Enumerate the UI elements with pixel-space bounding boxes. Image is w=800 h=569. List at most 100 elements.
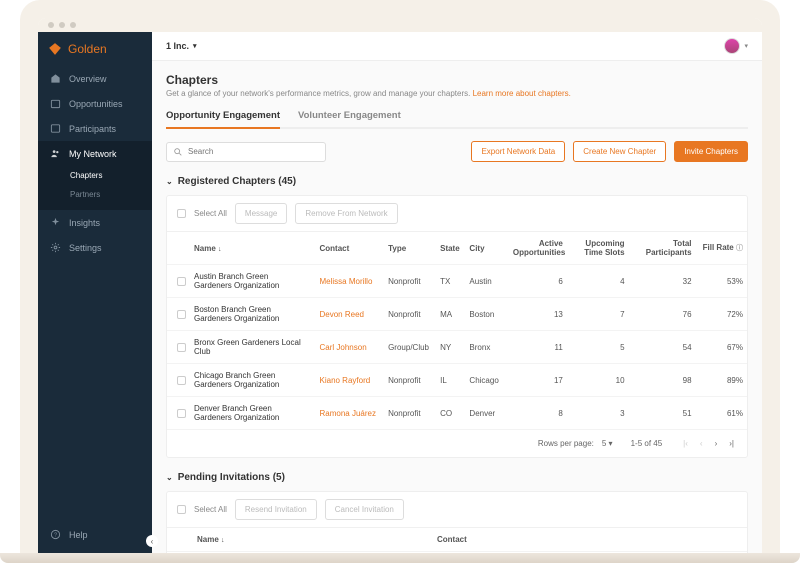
- col-contact[interactable]: Contact: [437, 535, 737, 544]
- window-titlebar: [38, 18, 762, 32]
- export-button[interactable]: Export Network Data: [471, 141, 565, 162]
- gear-icon: [50, 242, 61, 253]
- message-button[interactable]: Message: [235, 203, 287, 224]
- col-fill[interactable]: Fill Rate ⓘ: [696, 232, 747, 265]
- sidebar-item-label: Insights: [69, 218, 100, 228]
- users-icon: [50, 148, 61, 159]
- table-row[interactable]: Denver Branch Green Gardeners Organizati…: [167, 397, 747, 430]
- row-checkbox[interactable]: [177, 376, 186, 385]
- contact-link[interactable]: Carl Johnson: [320, 343, 367, 352]
- create-chapter-button[interactable]: Create New Chapter: [573, 141, 666, 162]
- collapse-icon[interactable]: ⌄: [166, 177, 173, 186]
- sidebar: Golden Overview Opportunities Participan…: [38, 32, 152, 555]
- cell-participants: 54: [629, 331, 696, 364]
- contact-link[interactable]: Melissa Morillo: [320, 277, 373, 286]
- remove-button[interactable]: Remove From Network: [295, 203, 397, 224]
- topbar: 1 Inc. ▾ ▾: [152, 32, 762, 61]
- cell-state: MA: [436, 298, 465, 331]
- row-checkbox[interactable]: [177, 277, 186, 286]
- cell-state: TX: [436, 265, 465, 298]
- chapter-name: Boston Branch Green Gardeners Organizati…: [194, 305, 304, 323]
- contact-link[interactable]: Devon Reed: [320, 310, 364, 319]
- sidebar-item-participants[interactable]: Participants: [38, 116, 152, 141]
- cell-active: 17: [505, 364, 567, 397]
- tabs: Opportunity Engagement Volunteer Engagem…: [166, 110, 748, 129]
- table-row[interactable]: Bronx Green Gardeners Local Club Carl Joh…: [167, 331, 747, 364]
- col-name[interactable]: Name ↓: [190, 232, 316, 265]
- sidebar-item-settings[interactable]: Settings: [38, 235, 152, 260]
- cell-participants: 51: [629, 397, 696, 430]
- row-checkbox[interactable]: [177, 409, 186, 418]
- row-checkbox[interactable]: [177, 310, 186, 319]
- cell-type: Nonprofit: [384, 265, 436, 298]
- brand-name: Golden: [68, 42, 107, 56]
- search-input-wrap[interactable]: [166, 142, 326, 162]
- col-city[interactable]: City: [465, 232, 505, 265]
- registered-table-card: Select All Message Remove From Network N…: [166, 195, 748, 458]
- table-row[interactable]: Chicago Branch Green Gardeners Organizat…: [167, 364, 747, 397]
- page-prev[interactable]: ‹: [697, 437, 706, 450]
- select-all-label: Select All: [194, 209, 227, 218]
- sort-icon: ↓: [218, 246, 222, 253]
- cell-city: Austin: [465, 265, 505, 298]
- table-row[interactable]: Boston Branch Green Gardeners Organizati…: [167, 298, 747, 331]
- sidebar-item-label: My Network: [69, 149, 117, 159]
- chevron-down-icon[interactable]: ▾: [744, 42, 748, 50]
- org-selector[interactable]: 1 Inc. ▾: [166, 41, 197, 51]
- logo-icon: [48, 42, 62, 56]
- rows-per-page-select[interactable]: 5 ▾: [602, 439, 613, 448]
- col-state[interactable]: State: [436, 232, 465, 265]
- invite-chapters-button[interactable]: Invite Chapters: [674, 141, 748, 162]
- cancel-invite-button[interactable]: Cancel Invitation: [325, 499, 404, 520]
- cell-active: 6: [505, 265, 567, 298]
- sidebar-item-opportunities[interactable]: Opportunities: [38, 91, 152, 116]
- select-all-checkbox[interactable]: [177, 209, 186, 218]
- contact-link[interactable]: Ramona Juárez: [320, 409, 376, 418]
- avatar[interactable]: [724, 38, 740, 54]
- col-participants[interactable]: Total Participants: [629, 232, 696, 265]
- col-type[interactable]: Type: [384, 232, 436, 265]
- select-all-checkbox[interactable]: [177, 505, 186, 514]
- brand-logo: Golden: [38, 32, 152, 66]
- collapse-icon[interactable]: ⌄: [166, 473, 173, 482]
- cell-state: NY: [436, 331, 465, 364]
- sidebar-item-help[interactable]: ? Help: [38, 522, 152, 547]
- sidebar-item-overview[interactable]: Overview: [38, 66, 152, 91]
- col-active[interactable]: Active Opportunities: [505, 232, 567, 265]
- page-next[interactable]: ›: [712, 437, 721, 450]
- sidebar-item-label: Participants: [69, 124, 116, 134]
- tab-volunteer-engagement[interactable]: Volunteer Engagement: [298, 110, 401, 129]
- page-first[interactable]: |‹: [680, 437, 691, 450]
- table-row[interactable]: New York Branch Green Gardeners Organiza…: [167, 552, 747, 555]
- page-last[interactable]: ›|: [726, 437, 737, 450]
- resend-button[interactable]: Resend Invitation: [235, 499, 317, 520]
- tab-opportunity-engagement[interactable]: Opportunity Engagement: [166, 110, 280, 129]
- row-checkbox[interactable]: [177, 343, 186, 352]
- col-contact[interactable]: Contact: [316, 232, 385, 265]
- cell-city: Chicago: [465, 364, 505, 397]
- sidebar-item-label: Help: [69, 530, 88, 540]
- col-upcoming[interactable]: Upcoming Time Slots: [567, 232, 629, 265]
- table-row[interactable]: Austin Branch Green Gardeners Organizati…: [167, 265, 747, 298]
- cell-fill: 72%: [696, 298, 747, 331]
- col-name[interactable]: Name ↓: [197, 535, 437, 544]
- page-title: Chapters: [166, 73, 748, 87]
- learn-more-link[interactable]: Learn more about chapters.: [473, 89, 571, 98]
- sidebar-sub-chapters[interactable]: Chapters: [38, 166, 152, 185]
- chapter-name: Denver Branch Green Gardeners Organizati…: [194, 404, 304, 422]
- sidebar-item-my-network[interactable]: My Network: [38, 141, 152, 166]
- sidebar-item-insights[interactable]: Insights: [38, 210, 152, 235]
- cell-state: IL: [436, 364, 465, 397]
- cell-participants: 98: [629, 364, 696, 397]
- contact-link[interactable]: Kiano Rayford: [320, 376, 371, 385]
- sidebar-collapse-button[interactable]: ‹: [146, 535, 158, 547]
- cell-state: CO: [436, 397, 465, 430]
- user-list-icon: [50, 123, 61, 134]
- home-icon: [50, 73, 61, 84]
- chapter-name: Bronx Green Gardeners Local Club: [194, 338, 304, 356]
- cell-participants: 76: [629, 298, 696, 331]
- cell-upcoming: 5: [567, 331, 629, 364]
- chevron-down-icon: ▾: [193, 42, 197, 50]
- search-input[interactable]: [188, 147, 319, 156]
- sidebar-sub-partners[interactable]: Partners: [38, 185, 152, 204]
